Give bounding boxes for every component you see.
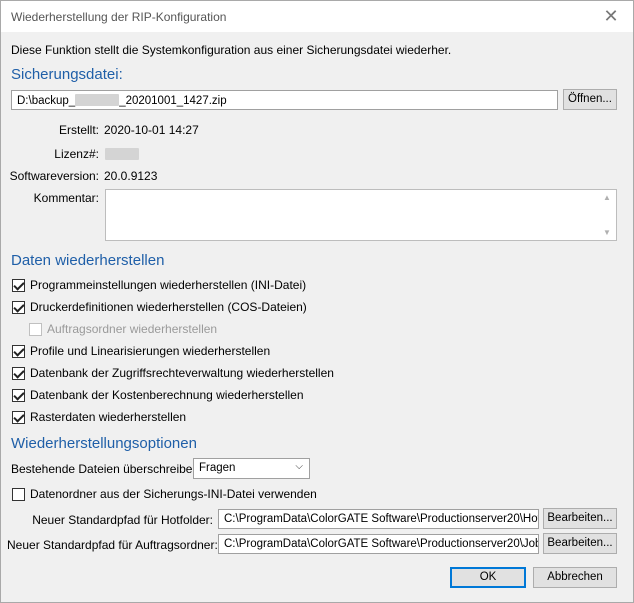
backup-heading: Sicherungsdatei: (11, 66, 123, 83)
license-label: Lizenz#: (54, 147, 99, 161)
hotfolder-label: Neuer Standardpfad für Hotfolder: (32, 513, 213, 527)
ok-button[interactable]: OK (450, 567, 526, 588)
hotfolder-path-field[interactable]: C:\ProgramData\ColorGATE Software\Produc… (218, 509, 539, 529)
chevron-down-icon: ⌵ (295, 461, 303, 472)
checkbox[interactable] (12, 388, 25, 402)
backup-file-field[interactable]: D:\backup_ _20201001_1427.zip (11, 90, 558, 110)
restore-item[interactable]: Programmeinstellungen wiederherstellen (… (12, 277, 306, 293)
title-bar: Wiederherstellung der RIP-Konfiguration … (1, 1, 633, 32)
restore-item[interactable]: Profile und Linearisierungen wiederherst… (12, 343, 270, 359)
comment-label: Kommentar: (33, 191, 99, 205)
created-label: Erstellt: (58, 123, 99, 137)
comment-scrollbar[interactable]: ▲ ▼ (599, 190, 616, 240)
overwrite-label: Bestehende Dateien überschreiben: (11, 462, 203, 476)
intro-text: Diese Funktion stellt die Systemkonfigur… (11, 43, 452, 57)
checkbox[interactable] (12, 344, 25, 358)
restore-item[interactable]: Datenbank der Zugriffsrechteverwaltung w… (12, 365, 334, 381)
redacted-name (75, 94, 120, 106)
checkbox[interactable] (12, 278, 25, 292)
created-value: 2020-10-01 14:27 (104, 123, 199, 137)
software-value: 20.0.9123 (104, 169, 158, 183)
dialog-window: Wiederherstellung der RIP-Konfiguration … (0, 0, 634, 603)
backup-path-suffix: _20201001_1427.zip (119, 95, 227, 107)
open-button[interactable]: Öffnen... (563, 89, 617, 110)
scroll-down-icon[interactable]: ▼ (603, 228, 611, 237)
cancel-button[interactable]: Abbrechen (533, 567, 617, 588)
jobfolder-label: Neuer Standardpfad für Auftragsordner: (7, 538, 218, 552)
backup-path-prefix: D:\backup_ (17, 95, 76, 107)
checkbox[interactable] (12, 366, 25, 380)
restore-item[interactable]: Rasterdaten wiederherstellen (12, 409, 186, 425)
checkbox[interactable] (12, 300, 25, 314)
window-title: Wiederherstellung der RIP-Konfiguration (11, 10, 227, 24)
license-value (105, 147, 139, 161)
restore-item: Auftragsordner wiederherstellen (29, 321, 217, 337)
checkbox[interactable] (12, 487, 25, 501)
edit-hotfolder-button[interactable]: Bearbeiten... (543, 508, 617, 529)
restore-heading: Daten wiederherstellen (11, 252, 165, 269)
restore-item[interactable]: Datenbank der Kostenberechnung wiederher… (12, 387, 304, 403)
jobfolder-path-field[interactable]: C:\ProgramData\ColorGATE Software\Produc… (218, 534, 539, 554)
close-icon[interactable]: ✕ (601, 6, 621, 26)
overwrite-select[interactable]: Fragen ⌵ (193, 458, 310, 479)
checkbox[interactable] (12, 410, 25, 424)
options-heading: Wiederherstellungsoptionen (11, 435, 197, 452)
restore-item[interactable]: Druckerdefinitionen wiederherstellen (CO… (12, 299, 307, 315)
scroll-up-icon[interactable]: ▲ (603, 193, 611, 202)
comment-textarea[interactable]: ▲ ▼ (105, 189, 617, 241)
checkbox[interactable] (29, 322, 42, 336)
edit-jobfolder-button[interactable]: Bearbeiten... (543, 533, 617, 554)
overwrite-value: Fragen (199, 462, 236, 474)
software-label: Softwareversion: (9, 169, 99, 183)
use-ini-folder-option[interactable]: Datenordner aus der Sicherungs-INI-Datei… (12, 486, 317, 502)
